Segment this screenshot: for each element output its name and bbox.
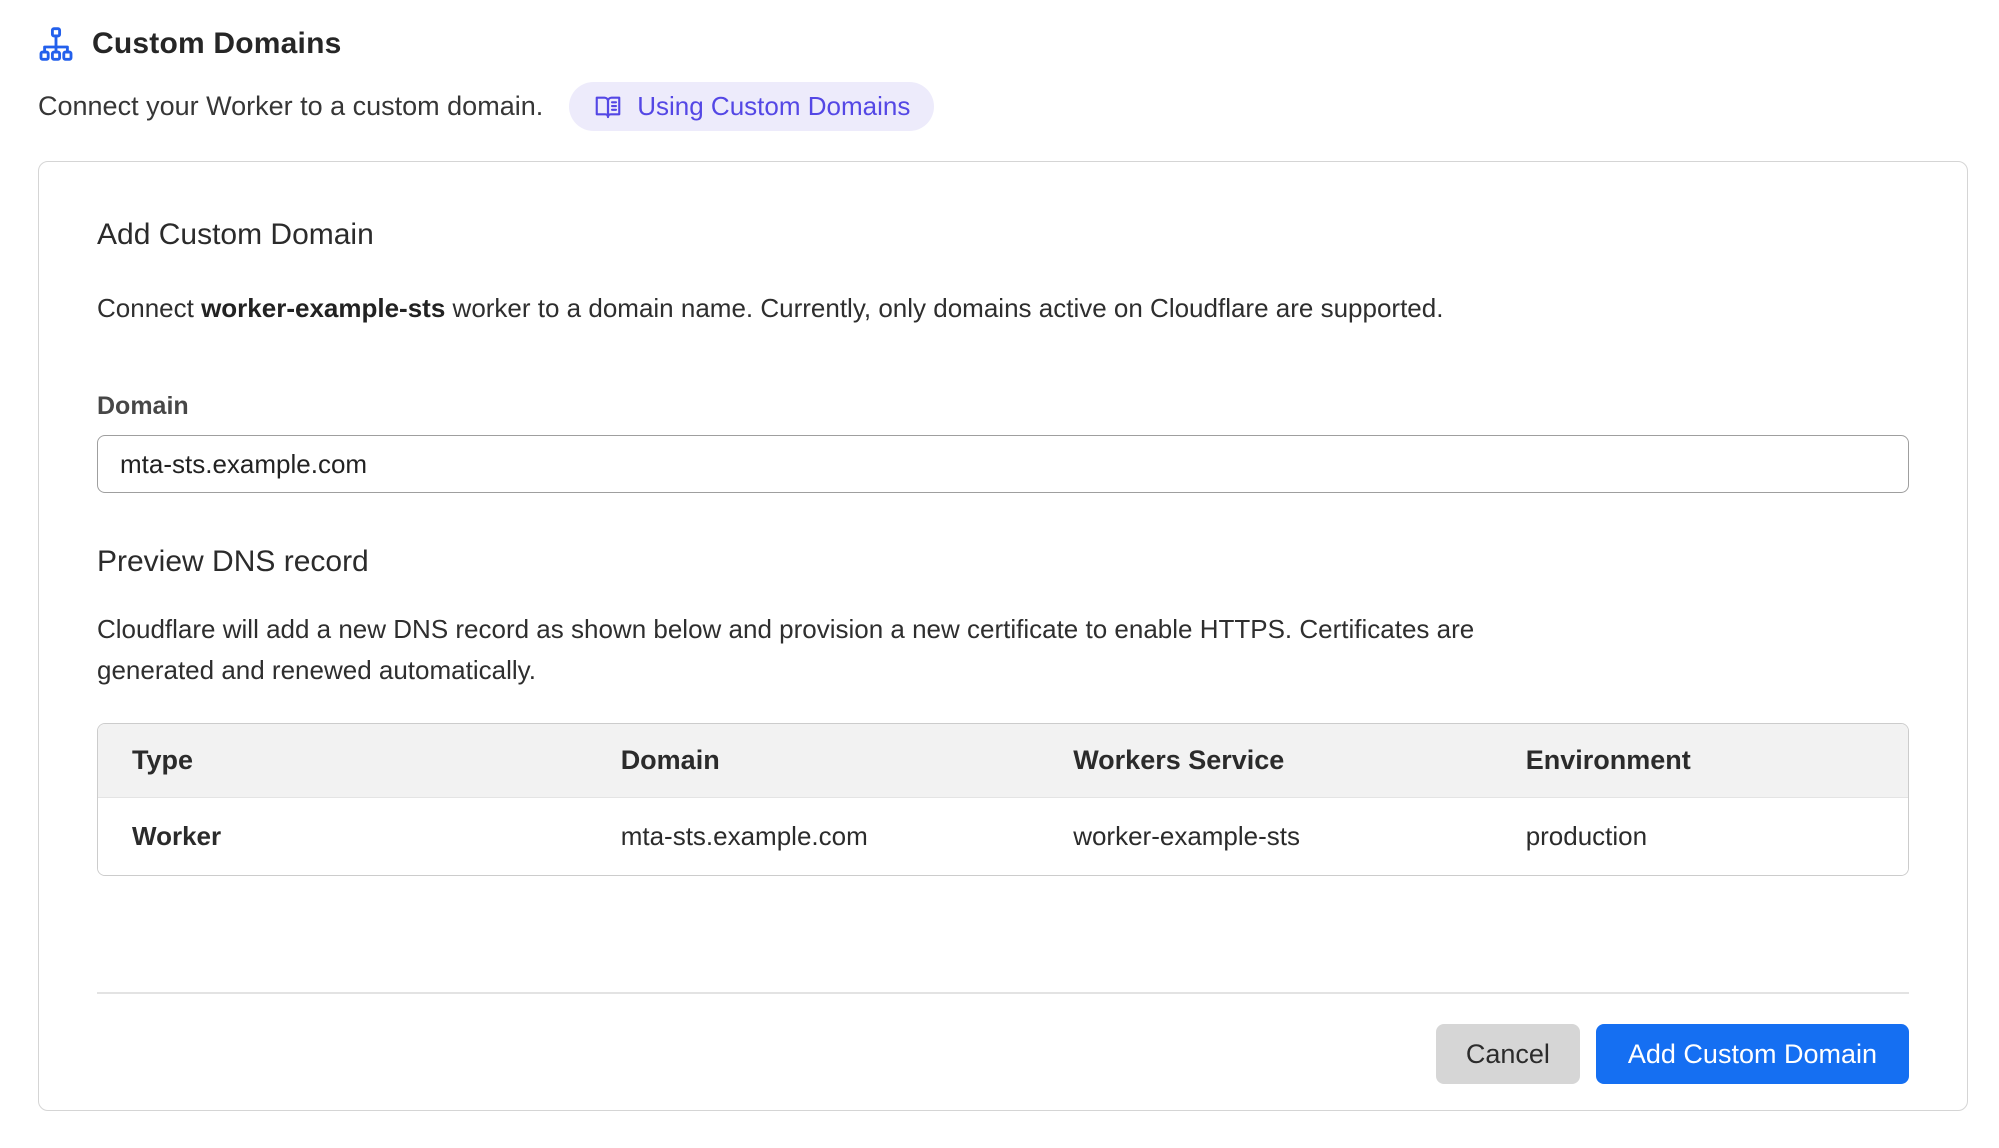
cell-workers-service: worker-example-sts [1039,798,1492,875]
page-title: Custom Domains [92,27,342,61]
page-subheader: Connect your Worker to a custom domain. … [38,82,1961,131]
sitemap-icon [38,26,74,62]
open-book-icon [593,92,623,122]
worker-name: worker-example-sts [201,293,445,323]
page-subtitle: Connect your Worker to a custom domain. [38,91,543,122]
description-prefix: Connect [97,293,201,323]
docs-link[interactable]: Using Custom Domains [569,82,934,131]
table-header-row: Type Domain Workers Service Environment [98,724,1908,798]
footer-divider [97,992,1909,994]
cell-type: Worker [98,798,587,875]
preview-description-line2: generated and renewed automatically. [97,650,1909,691]
table-row: Worker mta-sts.example.com worker-exampl… [98,798,1908,875]
column-header-environment: Environment [1492,724,1908,798]
add-custom-domain-card: Add Custom Domain Connect worker-example… [38,161,1968,1111]
docs-link-label: Using Custom Domains [637,91,910,122]
preview-description: Cloudflare will add a new DNS record as … [97,609,1909,691]
cell-domain: mta-sts.example.com [587,798,1040,875]
column-header-type: Type [98,724,587,798]
card-description: Connect worker-example-sts worker to a d… [97,288,1909,328]
cancel-button[interactable]: Cancel [1436,1024,1580,1084]
add-custom-domain-button[interactable]: Add Custom Domain [1596,1024,1909,1084]
domain-label: Domain [97,392,1909,421]
domain-input[interactable] [97,435,1909,493]
page-header: Custom Domains [38,26,1961,62]
preview-description-line1: Cloudflare will add a new DNS record as … [97,609,1909,650]
column-header-workers-service: Workers Service [1039,724,1492,798]
cell-environment: production [1492,798,1908,875]
card-actions: Cancel Add Custom Domain [97,1024,1909,1084]
card-heading: Add Custom Domain [97,218,1909,252]
dns-preview-table: Type Domain Workers Service Environment … [97,723,1909,876]
description-suffix: worker to a domain name. Currently, only… [445,293,1443,323]
preview-heading: Preview DNS record [97,545,1909,579]
custom-domains-page: Custom Domains Connect your Worker to a … [0,0,1999,1111]
column-header-domain: Domain [587,724,1040,798]
